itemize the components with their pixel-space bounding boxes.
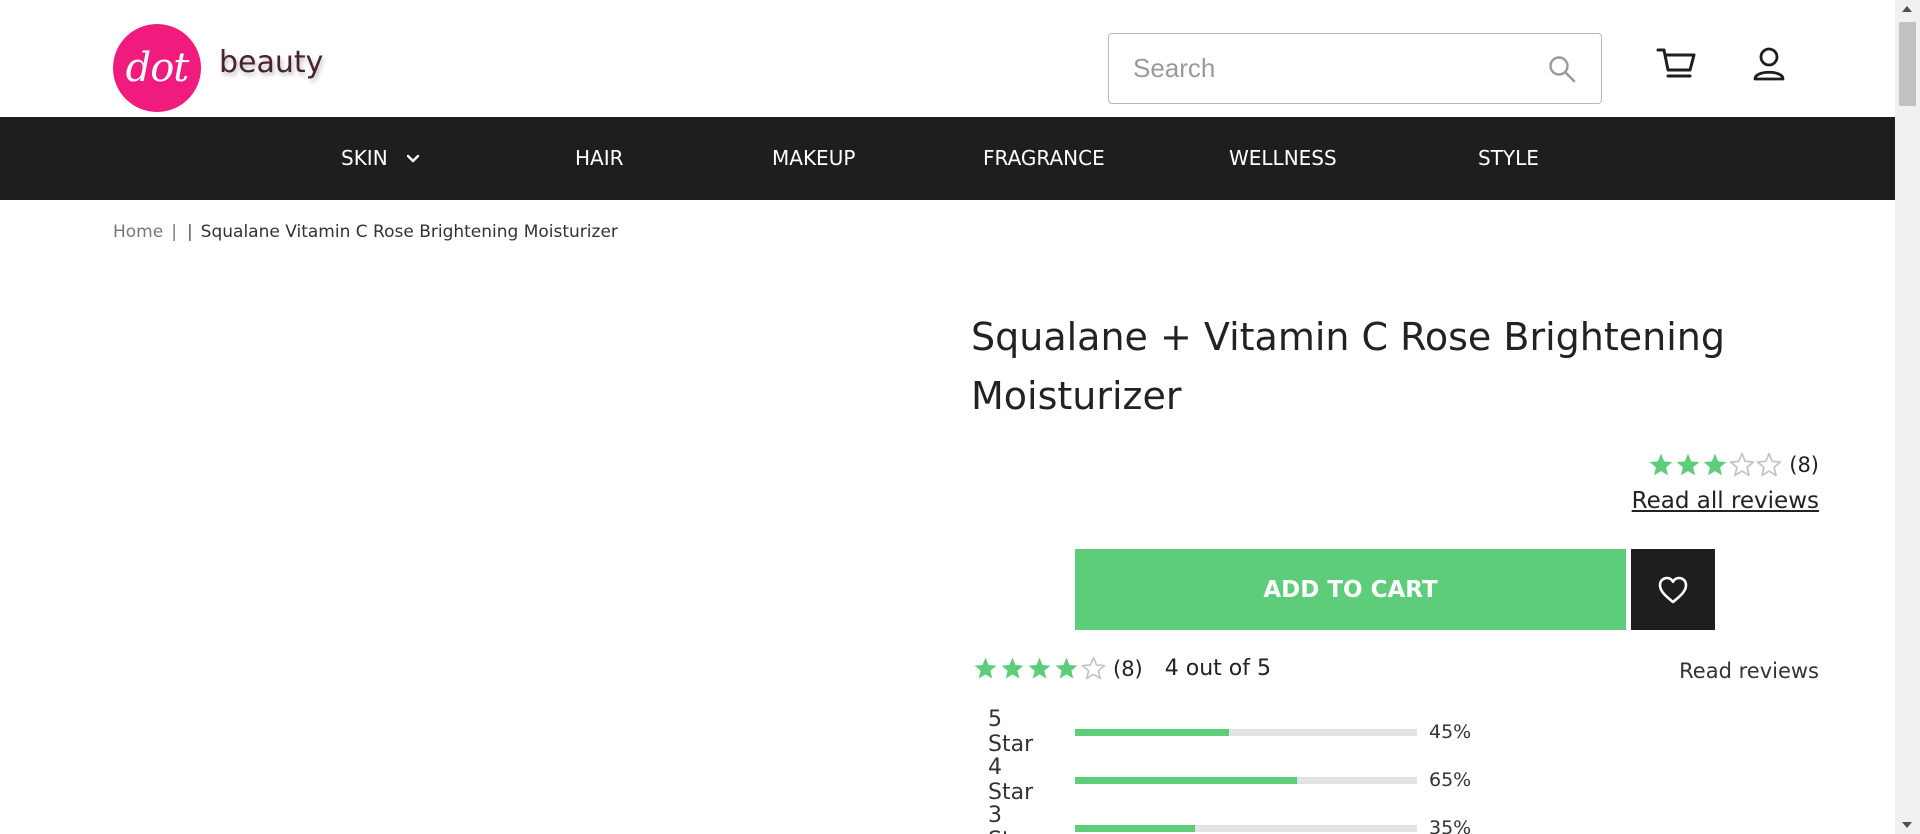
star-empty-icon [1081, 656, 1106, 680]
rating-histogram-row[interactable]: 3 Star 35% [988, 803, 1472, 834]
rating-summary: (8) 4 out of 5 [973, 656, 1271, 681]
rating-histogram-row[interactable]: 5 Star 45% [988, 707, 1472, 757]
star-rating [973, 656, 1108, 681]
histogram-bar [1075, 776, 1417, 784]
search-box [1108, 33, 1602, 104]
histogram-fill [1075, 776, 1298, 784]
logo-mark: dot [113, 24, 201, 112]
rating-histogram-row[interactable]: 4 Star 65% [988, 755, 1472, 805]
scroll-up-arrow-icon[interactable] [1902, 6, 1912, 12]
histogram-bar [1075, 824, 1417, 832]
star-filled-icon [1676, 453, 1700, 476]
review-count: (8) [1113, 656, 1143, 681]
cart-icon[interactable] [1656, 46, 1696, 82]
histogram-label: 4 Star [988, 755, 1034, 805]
main-nav: SKIN HAIR MAKEUP FRAGRANCE WELLNESS STYL… [0, 117, 1895, 200]
nav-item-label: FRAGRANCE [983, 146, 1105, 170]
logo[interactable]: dot beauty [113, 24, 323, 112]
nav-item-skin[interactable]: SKIN [341, 117, 420, 200]
histogram-percent: 35% [1429, 817, 1472, 834]
breadcrumb: Home | | Squalane Vitamin C Rose Brighte… [113, 222, 618, 242]
histogram-percent: 65% [1429, 769, 1472, 791]
page-scrollbar[interactable] [1895, 0, 1920, 834]
user-icon[interactable] [1752, 46, 1786, 82]
search-input[interactable] [1109, 34, 1553, 103]
breadcrumb-separator: | [186, 222, 193, 242]
breadcrumb-current: Squalane Vitamin C Rose Brightening Mois… [200, 222, 618, 242]
star-empty-icon [1730, 452, 1755, 477]
histogram-label: 5 Star [988, 707, 1034, 757]
product-title: Squalane + Vitamin C Rose Brightening Mo… [971, 315, 1725, 418]
page: dot beauty SKIN HAIR [0, 0, 1895, 834]
nav-item-label: SKIN [341, 146, 388, 170]
read-all-reviews-link[interactable]: Read all reviews [1632, 488, 1819, 514]
star-rating [1648, 452, 1783, 478]
nav-item-label: WELLNESS [1229, 146, 1337, 170]
wishlist-button[interactable] [1631, 549, 1715, 630]
site-header: dot beauty [0, 0, 1895, 117]
star-filled-icon [1001, 657, 1024, 679]
histogram-fill [1075, 824, 1195, 832]
add-to-cart-button[interactable]: ADD TO CART [1075, 549, 1626, 630]
star-filled-icon [974, 657, 997, 679]
star-filled-icon [1055, 657, 1078, 679]
nav-item-makeup[interactable]: MAKEUP [772, 117, 855, 200]
nav-item-label: MAKEUP [772, 146, 856, 170]
star-filled-icon [1703, 453, 1727, 476]
nav-item-label: HAIR [575, 146, 624, 170]
star-filled-icon [1028, 657, 1051, 679]
review-count: (8) [1789, 453, 1819, 477]
star-empty-icon [1757, 452, 1782, 477]
breadcrumb-separator: | [171, 222, 177, 242]
nav-item-wellness[interactable]: WELLNESS [1229, 117, 1337, 200]
search-icon[interactable] [1547, 54, 1577, 84]
logo-wordmark: beauty [219, 44, 324, 80]
read-reviews-link[interactable]: Read reviews [1679, 659, 1819, 683]
average-rating-text: 4 out of 5 [1164, 656, 1271, 681]
nav-item-fragrance[interactable]: FRAGRANCE [983, 117, 1105, 200]
scroll-down-arrow-icon[interactable] [1902, 822, 1912, 828]
histogram-label: 3 Star [988, 803, 1033, 834]
histogram-percent: 45% [1429, 721, 1472, 743]
nav-item-hair[interactable]: HAIR [575, 117, 624, 200]
scrollbar-thumb[interactable] [1899, 22, 1916, 106]
nav-item-style[interactable]: STYLE [1478, 117, 1539, 200]
heart-icon [1658, 576, 1688, 603]
star-filled-icon [1649, 453, 1673, 476]
chevron-down-icon [406, 154, 419, 162]
product-rating[interactable]: (8) [1648, 452, 1819, 478]
breadcrumb-home-link[interactable]: Home [113, 222, 163, 242]
histogram-bar [1075, 728, 1417, 736]
histogram-fill [1075, 728, 1229, 736]
nav-item-label: STYLE [1478, 146, 1539, 170]
